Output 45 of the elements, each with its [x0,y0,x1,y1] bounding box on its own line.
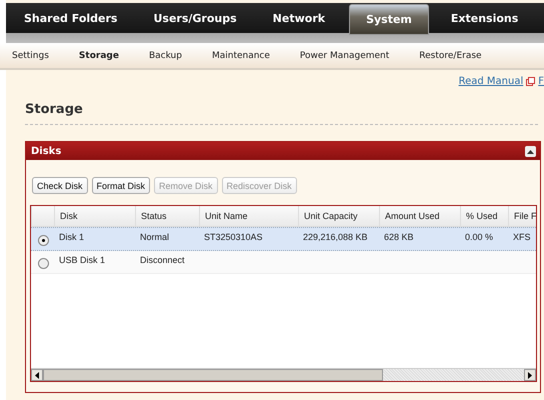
radio-button[interactable] [38,258,49,269]
scrollbar-thumb[interactable] [43,369,383,381]
column-header[interactable]: Unit Name [199,206,298,226]
column-header[interactable]: Status [135,206,199,226]
toolbar-button[interactable]: Format Disk [92,177,150,194]
column-header[interactable]: % Used [460,206,508,226]
external-link-icon [526,76,536,86]
nav-tab[interactable]: Shared Folders [6,3,136,33]
subnav-tab[interactable]: Maintenance [206,50,282,60]
table-cell-text: Disconnect [139,254,186,267]
table-row[interactable]: Disk 1 Normal ST3250310AS 229,216,088 KB 628 KB 0.00 % XFS [31,227,536,251]
nav-tab[interactable]: System [349,4,429,35]
panel-title: Disks [31,146,62,156]
page-title: Storage [25,102,84,117]
nav-tab[interactable]: Network [254,3,344,33]
nav-tab[interactable]: Users/Groups [135,3,255,33]
table-cell-text: ST3250310AS [203,231,264,244]
table-cell-text: 628 KB [383,231,415,244]
help-link[interactable]: F [538,76,544,86]
nav-tab[interactable]: Extensions [432,3,536,33]
caret-icon [527,148,534,154]
subnav-tab[interactable]: Backup [142,50,194,60]
table-cell-text: Normal [139,231,170,244]
table-cell-text: XFS [512,231,532,244]
radio-button[interactable] [38,235,49,246]
subnav-tab[interactable]: Storage [72,50,131,60]
column-header[interactable]: Unit Capacity [298,206,379,226]
table-cell-text: 229,216,088 KB [302,231,369,244]
subnav-tab[interactable]: Restore/Erase [413,50,494,60]
help-link[interactable]: Read Manual [458,76,524,86]
table-cell-text: 0.00 % [464,231,494,244]
column-header[interactable]: File F [508,206,536,226]
collapse-button[interactable] [525,146,536,156]
toolbar-button[interactable]: Check Disk [32,177,88,194]
subnav-tab[interactable]: Power Management [294,50,402,60]
right-arrow-icon [528,372,532,378]
table-cell-text: Disk 1 [58,231,86,244]
column-header[interactable]: Amount Used [379,206,460,226]
subnav-tab[interactable]: Settings [6,50,61,60]
scroll-left-button[interactable] [31,369,43,381]
column-header[interactable]: Disk [54,206,135,226]
table-cell-text: USB Disk 1 [58,254,106,267]
table-row[interactable]: USB Disk 1 Disconnect [31,251,536,274]
scroll-right-button[interactable] [524,369,536,381]
left-arrow-icon [35,372,39,378]
